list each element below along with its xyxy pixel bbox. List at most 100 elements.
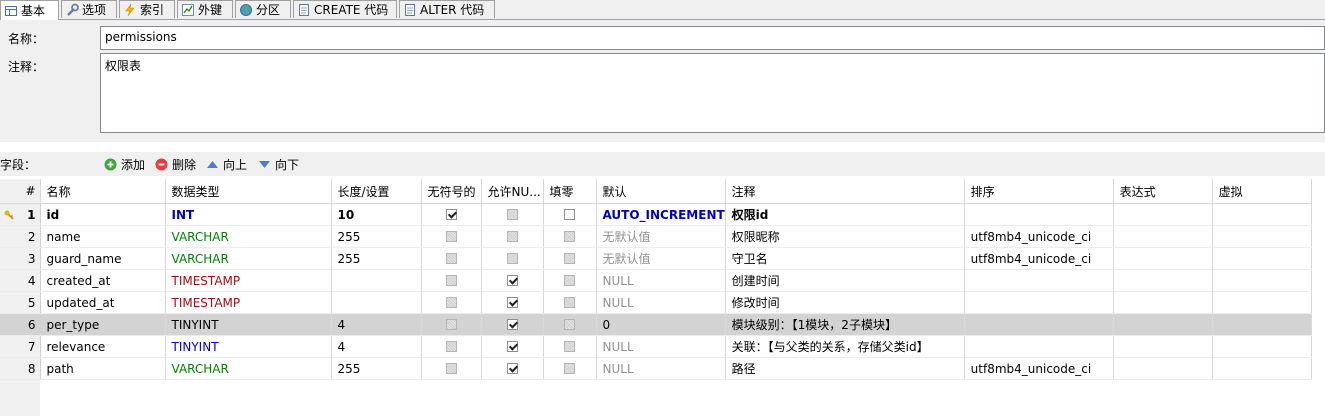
checkbox[interactable] xyxy=(445,209,457,220)
add-field-button[interactable]: 添加 xyxy=(104,155,145,173)
col-header-type[interactable]: 数据类型 xyxy=(165,179,332,204)
checkbox[interactable] xyxy=(445,341,457,352)
field-expression-cell[interactable] xyxy=(1113,335,1213,358)
field-length-cell[interactable]: 255 xyxy=(331,225,422,248)
field-name-cell[interactable]: updated_at xyxy=(40,291,166,314)
field-default-cell[interactable]: AUTO_INCREMENT xyxy=(596,203,726,226)
nullable-checkbox-cell[interactable] xyxy=(481,247,544,270)
tab-indexes[interactable]: 索引 xyxy=(119,0,175,18)
nullable-checkbox-cell[interactable] xyxy=(481,357,544,380)
field-name-cell[interactable]: created_at xyxy=(40,269,166,292)
nullable-checkbox-cell[interactable] xyxy=(481,225,544,248)
checkbox[interactable] xyxy=(506,275,518,286)
checkbox[interactable] xyxy=(564,297,575,308)
field-default-cell[interactable]: NULL xyxy=(596,335,726,358)
checkbox[interactable] xyxy=(564,363,575,374)
nullable-checkbox-cell[interactable] xyxy=(481,335,544,358)
field-comment-cell[interactable]: 创建时间 xyxy=(725,269,965,292)
unsigned-checkbox-cell[interactable] xyxy=(421,203,482,226)
field-type-cell[interactable]: TINYINT xyxy=(165,335,332,358)
checkbox[interactable] xyxy=(445,275,457,286)
field-comment-cell[interactable]: 修改时间 xyxy=(725,291,965,314)
field-type-cell[interactable]: INT xyxy=(165,203,332,226)
field-virtual-cell[interactable] xyxy=(1212,269,1312,292)
field-collation-cell[interactable] xyxy=(964,203,1114,226)
field-default-cell[interactable]: 无默认值 xyxy=(596,247,726,270)
checkbox[interactable] xyxy=(564,275,575,286)
field-length-cell[interactable]: 4 xyxy=(331,313,422,336)
field-type-cell[interactable]: VARCHAR xyxy=(165,247,332,270)
field-default-cell[interactable]: 0 xyxy=(596,313,726,336)
checkbox[interactable] xyxy=(506,209,518,220)
field-virtual-cell[interactable] xyxy=(1212,357,1312,380)
field-name-cell[interactable]: relevance xyxy=(40,335,166,358)
field-virtual-cell[interactable] xyxy=(1212,225,1312,248)
field-expression-cell[interactable] xyxy=(1113,357,1213,380)
tab-partitions[interactable]: 分区 xyxy=(235,0,291,18)
field-name-cell[interactable]: guard_name xyxy=(40,247,166,270)
field-collation-cell[interactable] xyxy=(964,269,1114,292)
tab-basic[interactable]: 基本 xyxy=(0,0,59,20)
field-name-cell[interactable]: per_type xyxy=(40,313,166,336)
unsigned-checkbox-cell[interactable] xyxy=(421,225,482,248)
checkbox[interactable] xyxy=(445,319,457,330)
field-expression-cell[interactable] xyxy=(1113,291,1213,314)
field-type-cell[interactable]: TINYINT xyxy=(165,313,332,336)
unsigned-checkbox-cell[interactable] xyxy=(421,247,482,270)
delete-field-button[interactable]: 删除 xyxy=(155,155,196,173)
field-expression-cell[interactable] xyxy=(1113,247,1213,270)
col-header-comment[interactable]: 注释 xyxy=(725,179,965,204)
checkbox[interactable] xyxy=(506,297,518,308)
move-down-button[interactable]: 向下 xyxy=(258,155,299,173)
field-name-cell[interactable]: name xyxy=(40,225,166,248)
table-row[interactable]: 1 id INT 10 AUTO_INCREMENT 权限id xyxy=(0,203,1312,226)
unsigned-checkbox-cell[interactable] xyxy=(421,291,482,314)
field-default-cell[interactable]: NULL xyxy=(596,269,726,292)
table-row[interactable]: 7 relevance TINYINT 4 NULL 关联：【与父类的关系，存储父类id】 xyxy=(0,335,1312,358)
col-header-collation[interactable]: 排序 xyxy=(964,179,1114,204)
col-header-zerofill[interactable]: 填零 xyxy=(543,179,597,204)
checkbox[interactable] xyxy=(506,231,518,242)
tab-options[interactable]: 选项 xyxy=(61,0,117,18)
tab-alter-code[interactable]: ALTER 代码 xyxy=(399,0,495,18)
table-comment-textarea[interactable]: 权限表 xyxy=(100,53,1325,133)
field-default-cell[interactable]: NULL xyxy=(596,357,726,380)
zerofill-checkbox-cell[interactable] xyxy=(543,269,597,292)
field-collation-cell[interactable] xyxy=(964,335,1114,358)
tab-create-code[interactable]: CREATE 代码 xyxy=(293,0,397,18)
field-type-cell[interactable]: VARCHAR xyxy=(165,357,332,380)
field-type-cell[interactable]: VARCHAR xyxy=(165,225,332,248)
zerofill-checkbox-cell[interactable] xyxy=(543,247,597,270)
field-expression-cell[interactable] xyxy=(1113,269,1213,292)
checkbox[interactable] xyxy=(506,253,518,264)
unsigned-checkbox-cell[interactable] xyxy=(421,357,482,380)
checkbox[interactable] xyxy=(564,231,575,242)
zerofill-checkbox-cell[interactable] xyxy=(543,225,597,248)
checkbox[interactable] xyxy=(564,319,575,330)
field-virtual-cell[interactable] xyxy=(1212,247,1312,270)
field-collation-cell[interactable]: utf8mb4_unicode_ci xyxy=(964,247,1114,270)
checkbox[interactable] xyxy=(445,231,457,242)
nullable-checkbox-cell[interactable] xyxy=(481,291,544,314)
tab-foreign-keys[interactable]: 外键 xyxy=(177,0,233,18)
field-virtual-cell[interactable] xyxy=(1212,335,1312,358)
table-row[interactable]: 4 created_at TIMESTAMP NULL 创建时间 xyxy=(0,269,1312,292)
unsigned-checkbox-cell[interactable] xyxy=(421,313,482,336)
zerofill-checkbox-cell[interactable] xyxy=(543,291,597,314)
table-row[interactable]: 3 guard_name VARCHAR 255 无默认值 守卫名 utf8mb4_unic… xyxy=(0,247,1312,270)
field-length-cell[interactable]: 4 xyxy=(331,335,422,358)
table-row[interactable]: 8 path VARCHAR 255 NULL 路径 utf8mb4_unicode_ci xyxy=(0,357,1312,380)
field-comment-cell[interactable]: 权限昵称 xyxy=(725,225,965,248)
move-up-button[interactable]: 向上 xyxy=(206,155,247,173)
checkbox[interactable] xyxy=(506,319,518,330)
col-header-nullable[interactable]: 允许NU... xyxy=(481,179,544,204)
field-collation-cell[interactable]: utf8mb4_unicode_ci xyxy=(964,225,1114,248)
field-expression-cell[interactable] xyxy=(1113,203,1213,226)
zerofill-checkbox-cell[interactable] xyxy=(543,335,597,358)
col-header-default[interactable]: 默认 xyxy=(596,179,726,204)
field-virtual-cell[interactable] xyxy=(1212,313,1312,336)
unsigned-checkbox-cell[interactable] xyxy=(421,269,482,292)
col-header-name[interactable]: 名称 xyxy=(40,179,166,204)
field-comment-cell[interactable]: 守卫名 xyxy=(725,247,965,270)
nullable-checkbox-cell[interactable] xyxy=(481,203,544,226)
